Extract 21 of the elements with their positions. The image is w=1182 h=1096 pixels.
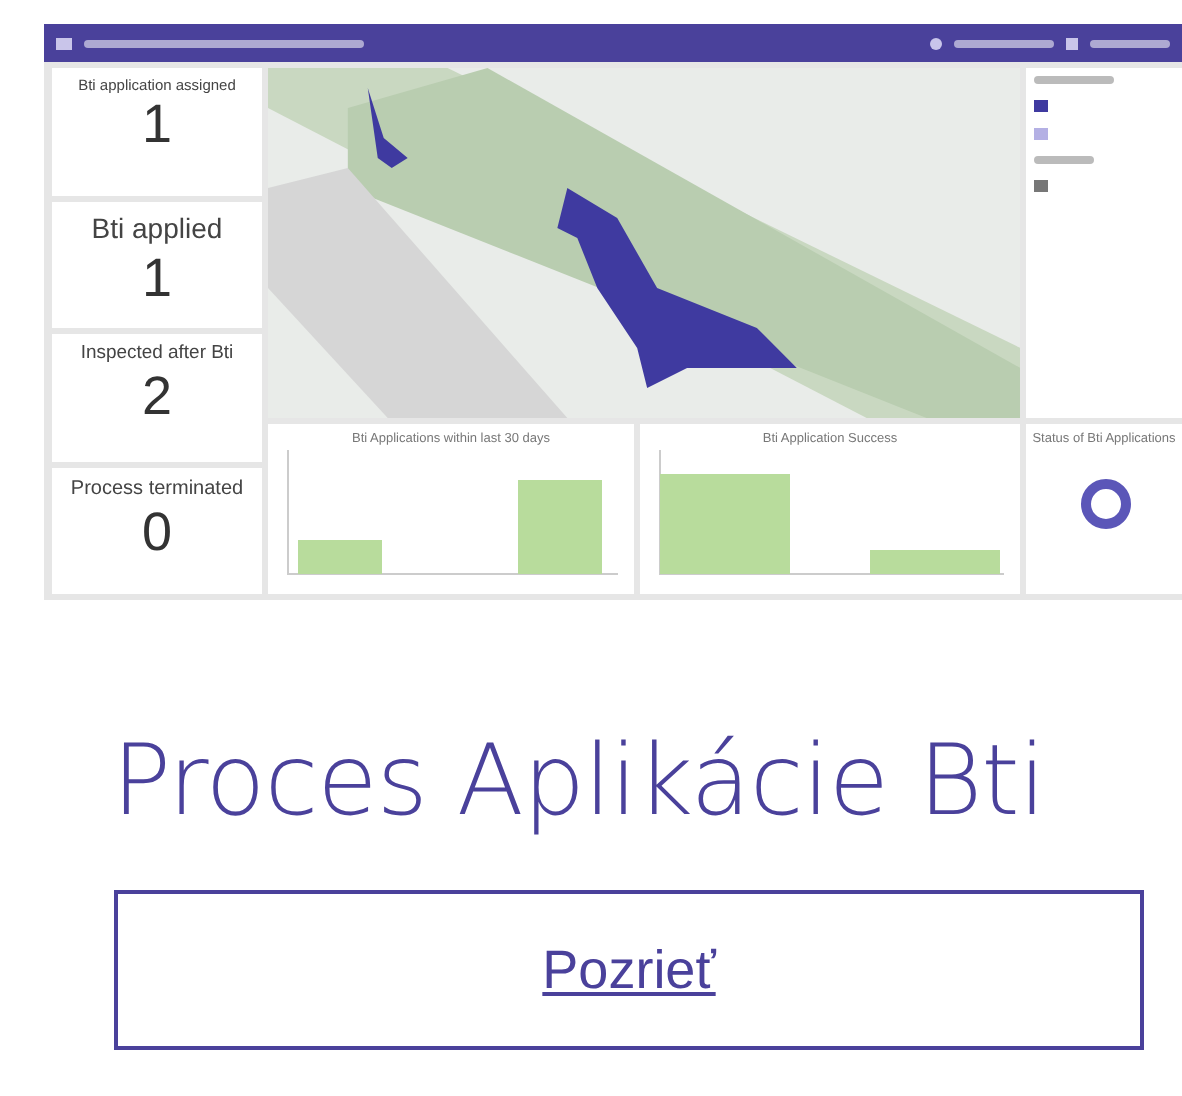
- indicator-value: 0: [141, 503, 173, 563]
- share-icon[interactable]: [930, 37, 942, 49]
- blurred-label-drawing: [1090, 39, 1170, 47]
- indicator-value: 1: [141, 249, 173, 309]
- square-icon[interactable]: [1066, 37, 1078, 49]
- menu-icon[interactable]: [56, 37, 72, 49]
- map-drawing[interactable]: [268, 68, 1021, 418]
- polygon-symbol-icon: [1034, 180, 1049, 192]
- indicator-value: 1: [141, 96, 173, 156]
- page-heading: Proces Aplikácie Bti: [112, 724, 1048, 842]
- indicator-label: Bti applied: [91, 209, 223, 248]
- blurred-label-drawing: [954, 39, 1054, 47]
- indicator-label: Inspected after Bti: [80, 340, 234, 368]
- indicator-value: 2: [141, 368, 173, 428]
- donut-chart-drawing: [1080, 477, 1132, 530]
- blurred-text-drawing: [1034, 76, 1115, 84]
- polygon-symbol-icon: [1034, 100, 1049, 112]
- view-button[interactable]: Pozrieť: [114, 889, 1144, 1050]
- blurred-text-drawing: [1034, 156, 1095, 164]
- indicator-label: Process terminated: [70, 475, 244, 503]
- polygon-symbol-icon: [1034, 128, 1049, 140]
